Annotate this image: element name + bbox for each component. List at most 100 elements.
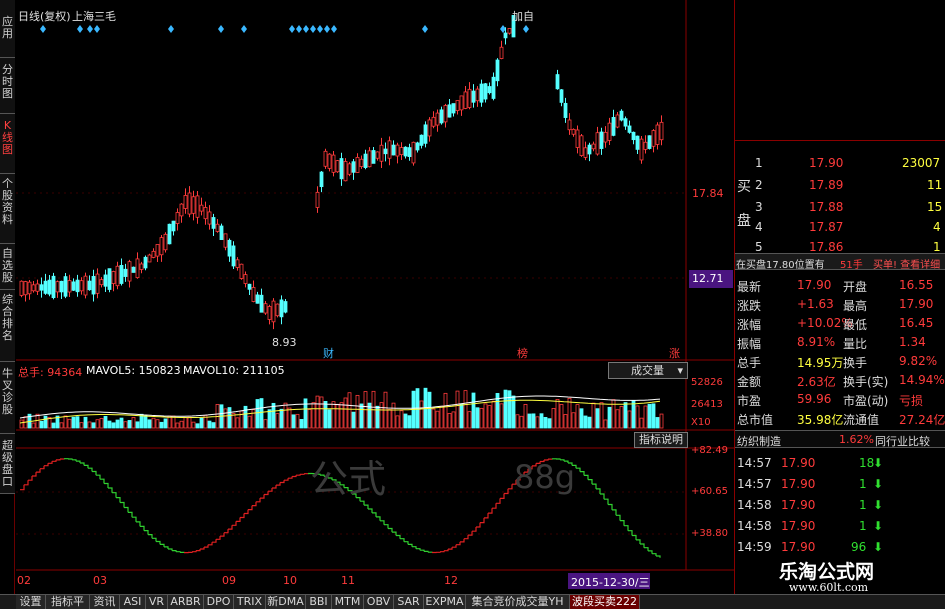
sector-compare-button[interactable]: 同行业比较 — [875, 433, 930, 449]
tab-10[interactable]: MTM — [332, 595, 364, 609]
tab-2[interactable]: 资讯 — [90, 595, 120, 609]
tab-0[interactable]: 设置 — [16, 595, 46, 609]
candle-body — [103, 274, 108, 287]
tab-11[interactable]: OBV — [364, 595, 394, 609]
tab-13[interactable]: EXPMA — [424, 595, 466, 609]
candle-body — [571, 128, 576, 135]
stat-value: 35.98亿 — [797, 413, 844, 427]
candle-body — [575, 129, 580, 148]
volume-bar — [471, 392, 476, 429]
candle-body — [283, 301, 288, 313]
stat-label: 最新 — [737, 280, 762, 294]
volume-bar — [347, 392, 352, 429]
tab-5[interactable]: ARBR — [168, 595, 204, 609]
order-book-row[interactable]: 2 17.89 11 — [735, 176, 945, 195]
candle-body — [71, 281, 76, 291]
watermark-text: 公式 — [310, 457, 387, 501]
volume-bar — [43, 415, 48, 429]
volume-bar — [195, 423, 200, 429]
candle-body — [455, 100, 460, 112]
tick-volume: 1 — [859, 519, 867, 533]
candle-body — [339, 158, 344, 180]
volume-bar — [207, 420, 212, 429]
sidebar-item-order-book[interactable]: 超级盘口 — [0, 434, 15, 494]
indicator-tick-low: +38.80 — [691, 528, 729, 539]
tab-8[interactable]: 新DMA — [266, 595, 306, 609]
chart-mode-label[interactable]: 日线(复权) — [18, 8, 71, 24]
volume-bar — [647, 403, 652, 429]
order-book-row[interactable]: 4 17.87 4 — [735, 218, 945, 237]
stat-label: 金额 — [737, 375, 762, 389]
candle-body — [375, 151, 380, 159]
candle-body — [267, 306, 272, 320]
sidebar-item-watchlist[interactable]: 自选股 — [0, 244, 15, 290]
queue-notice[interactable]: 在买盘17.80位置有 51手 买单! 查看详细 — [735, 253, 945, 271]
candle-body — [135, 258, 140, 279]
candle-body — [383, 148, 388, 155]
tick-volume: 96 — [851, 540, 867, 554]
tick-volume: 1 — [859, 477, 867, 491]
date-label: 02 — [17, 574, 31, 587]
stat-value: 14.95万 — [797, 356, 844, 370]
order-book-side-label: 买 — [737, 179, 751, 195]
candle-body — [319, 171, 324, 188]
order-book-row[interactable]: 3 17.88 15 — [735, 198, 945, 217]
tab-6[interactable]: DPO — [204, 595, 234, 609]
volume-bar — [263, 419, 268, 429]
tab-4[interactable]: VR — [146, 595, 168, 609]
volume-bar — [535, 416, 540, 429]
tick-time: 14:57 — [737, 477, 772, 491]
volume-bar — [603, 419, 608, 429]
candle-body — [651, 130, 656, 147]
sidebar-item-ranking[interactable]: 综合排名 — [0, 290, 15, 362]
tab-3[interactable]: ASI — [120, 595, 146, 609]
candle-body — [443, 105, 448, 123]
event-marker-limit-up: 涨 — [669, 347, 680, 360]
volume-bar — [639, 417, 644, 429]
volume-bar — [199, 417, 204, 429]
indicator-explain-button[interactable]: 指标说明 — [634, 432, 688, 448]
tab-9[interactable]: BBI — [306, 595, 332, 609]
order-price: 17.87 — [809, 220, 844, 234]
quote-panel: 1 17.90 23007 2 17.89 11 3 17.88 15 4 17… — [734, 0, 945, 596]
candle-body — [39, 284, 44, 291]
tab-15[interactable]: 波段买卖222 — [570, 595, 640, 609]
tab-12[interactable]: SAR — [394, 595, 424, 609]
kline-chart-area[interactable] — [16, 0, 734, 596]
sidebar-item-apps[interactable]: 应用 — [0, 0, 15, 58]
sidebar-item-kline[interactable]: K线图 — [0, 114, 15, 174]
volume-indicator-dropdown[interactable]: 成交量 ▾ — [608, 362, 688, 379]
candle-body — [411, 141, 416, 164]
volume-bar — [247, 415, 252, 429]
candle-body — [59, 280, 64, 293]
sidebar-item-diagnosis[interactable]: 牛叉诊股 — [0, 362, 15, 434]
volume-bar — [327, 409, 332, 429]
candle-body — [359, 158, 364, 167]
queue-detail-link[interactable]: 买单! 查看详细 — [873, 256, 940, 271]
candle-body — [463, 91, 468, 109]
order-book-row[interactable]: 1 17.90 23007 — [735, 154, 945, 173]
tab-7[interactable]: TRIX — [234, 595, 266, 609]
candle-body — [619, 110, 624, 121]
volume-bar — [115, 419, 120, 429]
volume-bar — [539, 413, 544, 429]
candle-body — [415, 142, 420, 151]
sidebar-item-intraday[interactable]: 分时图 — [0, 58, 15, 114]
tab-1[interactable]: 指标平台 — [46, 595, 90, 609]
volume-bar — [439, 405, 444, 429]
volume-bar — [271, 402, 276, 429]
candle-body — [191, 196, 196, 214]
volume-bar — [635, 405, 640, 429]
add-watchlist-button[interactable]: 加自 — [512, 8, 534, 24]
tab-14[interactable]: 集合竞价成交量YH — [466, 595, 570, 609]
candle-body — [559, 89, 564, 103]
sidebar-item-profile[interactable]: 个股资料 — [0, 174, 15, 244]
volume-bar — [339, 402, 344, 429]
candle-body — [243, 274, 248, 284]
stat-value: 17.90 — [797, 278, 832, 292]
date-label: 11 — [341, 574, 355, 587]
sector-row[interactable]: 纺织制造 1.62% 同行业比较 — [735, 430, 945, 448]
volume-bar — [387, 409, 392, 429]
order-volume: 1 — [933, 240, 941, 254]
volume-bar — [39, 420, 44, 429]
